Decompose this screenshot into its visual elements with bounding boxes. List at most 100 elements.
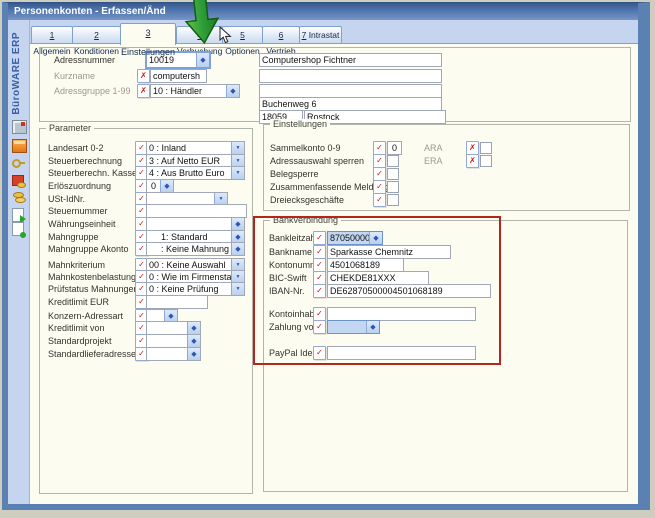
tab-label: 7 Intrastat — [302, 27, 340, 43]
edit-check-icon[interactable]: ✓ — [313, 320, 326, 334]
edit-check-icon[interactable]: ✓ — [313, 307, 326, 321]
field-label: Zahlung von — [269, 322, 319, 332]
delete-x-icon[interactable]: ✗ — [466, 154, 479, 168]
edit-check-icon[interactable]: ✓ — [313, 231, 326, 245]
field-label: IBAN-Nr. — [269, 286, 305, 296]
field-value — [147, 218, 231, 230]
steuerberechn-kasse-select[interactable]: 4 : Aus Brutto Euro ▼ — [146, 166, 245, 180]
adressgruppe-select[interactable]: 10 : Händler ◆ — [150, 84, 240, 98]
cash-icon[interactable] — [12, 175, 24, 186]
field-value: 87050000 — [328, 232, 369, 244]
spinner-icon[interactable]: ◆ — [187, 335, 200, 347]
edit-check-icon[interactable]: ✓ — [313, 284, 326, 298]
dreiecksgeschaefte-checkbox[interactable] — [387, 194, 399, 206]
bankname-field[interactable]: Sparkasse Chemnitz — [327, 245, 451, 259]
company-line2-field[interactable] — [259, 69, 442, 83]
tab-verbuchung[interactable]: 4 Verbuchung — [176, 26, 223, 43]
kurzname-field[interactable]: computersh — [150, 69, 207, 83]
kontoinhaber-field[interactable] — [327, 307, 476, 321]
delete-x-icon[interactable]: ✗ — [137, 69, 150, 83]
field-value — [147, 322, 187, 334]
field-label: Standardlieferadresse — [48, 349, 136, 359]
field-label: USt-IdNr. — [48, 194, 85, 204]
kreditlimit-eur-field[interactable] — [146, 295, 208, 309]
kreditlimit-von-field[interactable]: ◆ — [146, 321, 201, 335]
field-value — [147, 348, 187, 360]
edit-check-icon[interactable]: ✓ — [313, 271, 326, 285]
spinner-icon[interactable]: ◆ — [187, 322, 200, 334]
spinner-icon[interactable]: ◆ — [160, 180, 173, 192]
delete-x-icon[interactable]: ✗ — [137, 84, 150, 98]
edit-check-icon[interactable]: ✓ — [373, 193, 386, 207]
company-line3-field[interactable] — [259, 84, 442, 98]
field-label: ARA — [424, 143, 443, 153]
edit-check-icon[interactable]: ✓ — [373, 180, 386, 194]
page-add-icon[interactable] — [12, 222, 24, 236]
field-label: Prüfstatus Mahnungen — [48, 284, 139, 294]
spinner-icon[interactable]: ◆ — [366, 321, 379, 333]
spinner-icon[interactable]: ◆ — [187, 348, 200, 360]
steuernummer-field[interactable] — [146, 204, 247, 218]
field-value — [147, 335, 187, 347]
field-label: Steuerberechnung — [48, 156, 122, 166]
field-label: Dreiecksgeschäfte — [270, 195, 344, 205]
kontonummer-field[interactable]: 4501068189 — [327, 258, 404, 272]
standardlieferadresse-field[interactable]: ◆ — [146, 347, 201, 361]
window-icon[interactable] — [12, 139, 27, 153]
spinner-icon[interactable]: ◆ — [231, 218, 244, 230]
tab-vertrieb[interactable]: 6 Vertrieb — [262, 26, 300, 43]
tab-konditionen[interactable]: 2 Konditionen — [72, 26, 121, 43]
belegsperre-checkbox[interactable] — [387, 168, 399, 180]
iban-field[interactable]: DE62870500004501068189 — [327, 284, 491, 298]
select-value: 0 : Inland — [147, 142, 231, 154]
edit-check-icon[interactable]: ✓ — [373, 141, 386, 155]
bankleitzahl-field[interactable]: 87050000 ◆ — [327, 231, 383, 245]
dropdown-icon[interactable]: ▼ — [231, 283, 244, 295]
dropdown-icon[interactable]: ▼ — [231, 142, 244, 154]
edit-check-icon[interactable]: ✓ — [373, 154, 386, 168]
coins-icon[interactable] — [12, 192, 25, 204]
delete-x-icon[interactable]: ✗ — [466, 141, 479, 155]
field-label: Mahngruppe Akonto — [48, 244, 129, 254]
zusammenfassende-meldung-checkbox[interactable] — [387, 181, 399, 193]
brand-vertical-text: BüroWARE ERP — [11, 32, 22, 115]
title-bar[interactable]: Personenkonten - Erfassen/Änd — [8, 3, 638, 20]
tab-allgemein[interactable]: 1 Allgemein — [31, 26, 73, 43]
field-label: ERA — [424, 156, 443, 166]
bic-swift-field[interactable]: CHEKDE81XXX — [327, 271, 429, 285]
landesart-select[interactable]: 0 : Inland ▼ — [146, 141, 245, 155]
sammelkonto-field[interactable]: 0 — [387, 141, 402, 155]
tab-einstellungen[interactable]: 3 Einstellungen — [120, 23, 176, 45]
tab-optionen[interactable]: 5 Optionen — [222, 26, 263, 43]
spinner-icon[interactable]: ◆ — [231, 243, 244, 255]
key-icon[interactable] — [12, 157, 25, 169]
mahngruppe-akonto-field[interactable]: : Keine Mahnung ◆ — [146, 242, 245, 256]
spinner-icon[interactable]: ◆ — [369, 232, 382, 244]
zahlung-von-field[interactable]: ◆ — [327, 320, 380, 334]
spinner-icon[interactable]: ◆ — [196, 53, 209, 67]
field-value — [328, 321, 366, 333]
edit-check-icon[interactable]: ✓ — [313, 245, 326, 259]
pruefstatus-select[interactable]: 0 : Keine Prüfung ▼ — [146, 282, 245, 296]
field-label: Belegsperre — [270, 169, 319, 179]
field-label: Erlöszuordnung — [48, 181, 111, 191]
adressauswahl-sperren-checkbox[interactable] — [387, 155, 399, 167]
dropdown-icon[interactable]: ▼ — [231, 167, 244, 179]
erloeszuordnung-field[interactable]: 0 ◆ — [146, 179, 174, 193]
paypal-ident-field[interactable] — [327, 346, 476, 360]
edit-check-icon[interactable]: ✓ — [373, 167, 386, 181]
spinner-icon[interactable]: ◆ — [226, 85, 239, 97]
waehrungseinheit-field[interactable]: ◆ — [146, 217, 245, 231]
company-name-field[interactable]: Computershop Fichtner — [259, 53, 442, 67]
edit-check-icon[interactable]: ✓ — [313, 346, 326, 360]
street-field[interactable]: Buchenweg 6 — [259, 97, 442, 111]
group-title: Parameter — [46, 123, 94, 133]
era-checkbox[interactable] — [480, 155, 492, 167]
page-export-icon[interactable] — [12, 208, 24, 222]
field-label: Kreditlimit EUR — [48, 297, 109, 307]
tab-intrastat[interactable]: 7 Intrastat — [299, 26, 342, 43]
standardprojekt-field[interactable]: ◆ — [146, 334, 201, 348]
keypad-icon[interactable] — [12, 120, 27, 134]
edit-check-icon[interactable]: ✓ — [313, 258, 326, 272]
ara-checkbox[interactable] — [480, 142, 492, 154]
